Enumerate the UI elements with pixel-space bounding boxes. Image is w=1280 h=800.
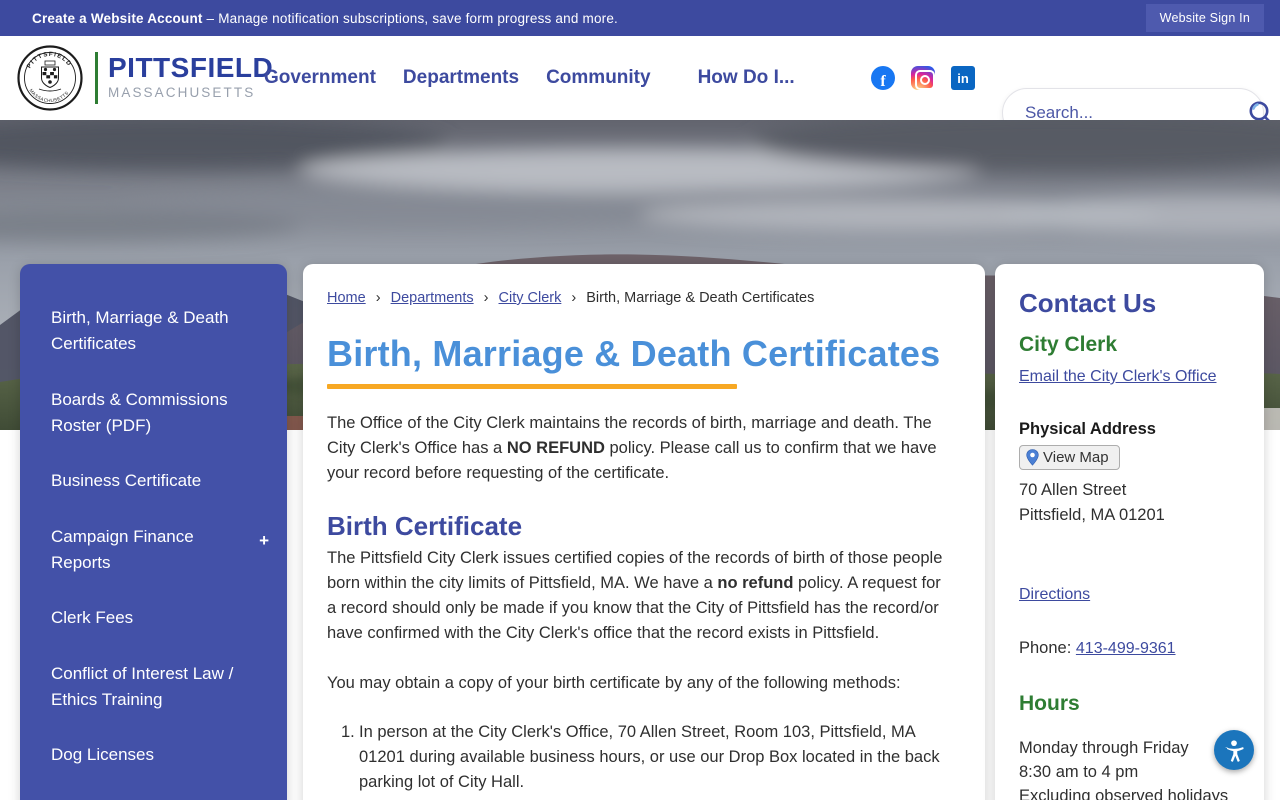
top-utility-bar: Create a Website Account – Manage notifi… <box>0 0 1280 36</box>
nav-government[interactable]: Government <box>264 67 376 89</box>
section-menu-sidebar: Birth, Marriage & Death Certificates Boa… <box>20 264 287 800</box>
list-item: 1. In person at the City Clerk's Office,… <box>327 720 945 795</box>
methods-list: 1. In person at the City Clerk's Office,… <box>327 720 945 800</box>
sidebar-item-clerk-fees[interactable]: Clerk Fees <box>51 605 263 631</box>
title-accent-rule <box>327 384 737 389</box>
no-refund-bold: no refund <box>717 574 794 592</box>
phone-label: Phone: <box>1019 639 1076 657</box>
website-sign-in-button[interactable]: Website Sign In <box>1145 4 1264 32</box>
expand-plus-icon[interactable]: + <box>259 532 269 549</box>
breadcrumb-home[interactable]: Home <box>327 290 366 306</box>
instagram-icon[interactable] <box>911 66 935 90</box>
promo-text: – Manage notification subscriptions, sav… <box>202 10 619 26</box>
wordmark-city: PITTSFIELD <box>108 52 274 83</box>
page-title: Birth, Marriage & Death Certificates <box>327 333 941 374</box>
breadcrumb-city-clerk[interactable]: City Clerk <box>499 290 562 306</box>
main-nav: Government Departments Community How Do … <box>264 36 795 120</box>
sidebar-item-label: Conflict of Interest Law / Ethics Traini… <box>51 663 234 710</box>
phone-row: Phone: 413-499-9361 <box>1019 639 1240 658</box>
breadcrumb-separator: › <box>375 290 381 306</box>
view-map-label: View Map <box>1043 449 1109 466</box>
breadcrumb-separator: › <box>483 290 489 306</box>
sidebar-item-label: Clerk Fees <box>51 608 134 628</box>
contact-us-heading: Contact Us <box>1019 288 1157 318</box>
sidebar-item-boards-commissions[interactable]: Boards & Commissions Roster (PDF) <box>51 387 263 440</box>
hours-line-3: Excluding observed holidays <box>1019 787 1229 800</box>
site-header: PITTSFIELD MASSACHUSETTS PITTSFIELD MASS… <box>0 36 1280 138</box>
directions-link[interactable]: Directions <box>1019 586 1090 604</box>
list-marker: 1. <box>341 723 355 741</box>
linkedin-icon[interactable]: in <box>951 66 975 90</box>
phone-number-link[interactable]: 413-499-9361 <box>1076 640 1176 658</box>
accessibility-person-icon <box>1224 740 1244 762</box>
intro-paragraph: The Office of the City Clerk maintains t… <box>327 411 945 486</box>
breadcrumb: Home › Departments › City Clerk › Birth,… <box>327 290 945 306</box>
create-account-promo[interactable]: Create a Website Account – Manage notifi… <box>32 11 618 26</box>
sidebar-item-conflict-of-interest[interactable]: Conflict of Interest Law / Ethics Traini… <box>51 661 263 714</box>
birth-certificate-paragraph: The Pittsfield City Clerk issues certifi… <box>327 546 945 646</box>
social-links: f in <box>871 36 975 120</box>
sidebar-item-business-certificate[interactable]: Business Certificate <box>51 468 263 494</box>
map-pin-icon <box>1026 449 1039 466</box>
contact-us-panel: Contact Us City Clerk Email the City Cle… <box>995 264 1264 800</box>
brand-divider <box>95 52 98 104</box>
nav-departments[interactable]: Departments <box>403 67 519 89</box>
nav-how-do-i[interactable]: How Do I... <box>698 67 795 89</box>
list-item-text: In person at the City Clerk's Office, 70… <box>359 723 940 791</box>
site-wordmark[interactable]: PITTSFIELD MASSACHUSETTS <box>108 52 274 101</box>
sidebar-item-campaign-finance[interactable]: Campaign Finance Reports + <box>51 524 269 577</box>
facebook-glyph: f <box>880 73 886 90</box>
sidebar-item-birth-marriage-death[interactable]: Birth, Marriage & Death Certificates <box>51 305 263 358</box>
hours-line-1: Monday through Friday <box>1019 739 1189 757</box>
department-name: City Clerk <box>1019 333 1118 356</box>
view-map-button[interactable]: View Map <box>1019 445 1120 470</box>
sidebar-item-label: Business Certificate <box>51 471 202 491</box>
hours-line-2: 8:30 am to 4 pm <box>1019 763 1139 781</box>
accessibility-widget-button[interactable] <box>1214 730 1254 770</box>
breadcrumb-separator: › <box>571 290 577 306</box>
no-refund-bold: NO REFUND <box>506 439 605 457</box>
sidebar-item-dog-licenses[interactable]: Dog Licenses <box>51 742 263 768</box>
sidebar-item-label: Boards & Commissions Roster (PDF) <box>51 389 228 436</box>
facebook-icon[interactable]: f <box>871 66 895 90</box>
address-line-1: 70 Allen Street <box>1019 481 1127 499</box>
email-city-clerk-link[interactable]: Email the City Clerk's Office <box>1019 368 1216 386</box>
wordmark-state: MASSACHUSETTS <box>108 85 256 100</box>
sidebar-item-label: Birth, Marriage & Death Certificates <box>51 308 229 354</box>
linkedin-glyph: in <box>957 70 969 86</box>
physical-address-label: Physical Address <box>1019 420 1156 438</box>
main-content-panel: Home › Departments › City Clerk › Birth,… <box>303 264 985 800</box>
breadcrumb-current: Birth, Marriage & Death Certificates <box>586 290 815 306</box>
nav-community[interactable]: Community <box>546 67 651 89</box>
sidebar-item-label: Campaign Finance Reports <box>51 526 194 573</box>
hours-heading: Hours <box>1019 692 1080 715</box>
methods-intro: You may obtain a copy of your birth cert… <box>327 674 901 692</box>
address-line-2: Pittsfield, MA 01201 <box>1019 506 1165 524</box>
breadcrumb-departments[interactable]: Departments <box>391 290 474 306</box>
sidebar-item-label: Dog Licenses <box>51 745 155 765</box>
city-seal-logo[interactable]: PITTSFIELD MASSACHUSETTS <box>17 45 83 111</box>
birth-certificate-heading: Birth Certificate <box>327 511 523 541</box>
create-account-link[interactable]: Create a Website Account <box>32 11 203 26</box>
